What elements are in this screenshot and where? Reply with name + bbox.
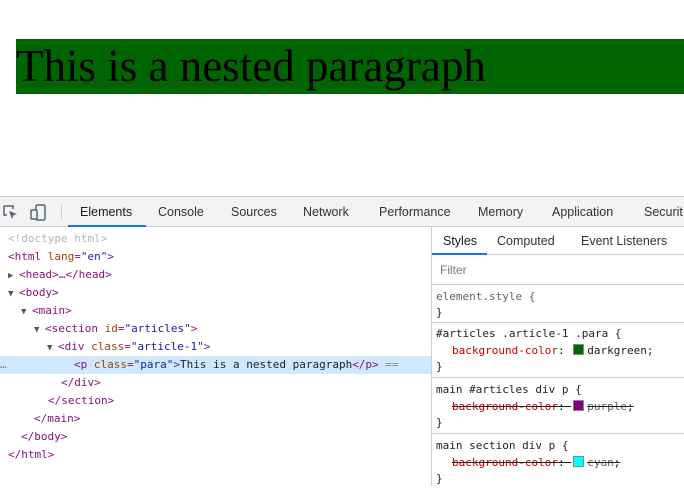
tab-elements[interactable]: Elements <box>68 197 146 227</box>
css-rule-element-style[interactable]: element.style { } <box>432 285 684 323</box>
tab-performance[interactable]: Performance <box>379 197 451 227</box>
dom-node-section[interactable]: ▼ <section id="articles"> <box>0 320 465 338</box>
p-attr-value: "para" <box>133 358 174 371</box>
css-rule-articles-para[interactable]: #articles .article-1 .para { background-… <box>432 323 684 378</box>
tab-network[interactable]: Network <box>303 197 349 227</box>
rule-close-brace: } <box>436 360 443 373</box>
css-rule-main-articles-div-p[interactable]: main #articles div p { background-color:… <box>432 378 684 434</box>
selected-marker: == <box>378 358 399 371</box>
body-end-tag: </body> <box>21 430 68 443</box>
dom-node-body[interactable]: ▼ <body> <box>0 284 439 302</box>
head-tag: <head>…</head> <box>19 268 112 281</box>
section-tag: <section <box>45 322 105 335</box>
collapse-arrow-icon[interactable]: ▼ <box>47 339 58 357</box>
dom-node-html-end[interactable]: </html> <box>0 446 439 464</box>
collapse-arrow-icon[interactable]: ▼ <box>34 321 45 339</box>
div-end-tag: </div> <box>61 376 101 389</box>
rule-close-brace: } <box>436 472 443 485</box>
dom-tree: <!doctype html> <html lang="en"> ▶ <head>… <box>0 227 431 486</box>
div-attr-name: class <box>91 340 125 353</box>
p-text-content: This is a nested paragraph <box>180 358 353 371</box>
section-attr-name: id <box>104 322 118 335</box>
html-tag: <html <box>8 250 48 263</box>
nested-paragraph[interactable]: This is a nested paragraph <box>16 39 684 94</box>
tab-event-listeners[interactable]: Event Listeners <box>581 227 667 255</box>
inspect-element-icon[interactable] <box>2 204 20 221</box>
rule-selector: main #articles div p { <box>436 383 582 396</box>
tab-sources[interactable]: Sources <box>231 197 277 227</box>
tab-memory[interactable]: Memory <box>478 197 523 227</box>
collapse-arrow-icon[interactable]: ▼ <box>8 285 19 303</box>
section-attr-value: "articles" <box>124 322 191 335</box>
rule-close-brace: } <box>436 306 443 319</box>
styles-sub-tabs: Styles Computed Event Listeners <box>432 227 684 255</box>
main-end-tag: </main> <box>34 412 81 425</box>
tab-styles[interactable]: Styles <box>432 227 487 255</box>
dom-node-head[interactable]: ▶ <head>…</head> <box>0 266 439 284</box>
section-end-tag: </section> <box>48 394 115 407</box>
property-value: purple <box>587 400 627 413</box>
property-name: background-color <box>452 400 558 413</box>
rule-close-brace: } <box>436 416 443 429</box>
dom-node-div-end[interactable]: </div> <box>0 374 492 392</box>
property-name: background-color <box>452 456 558 469</box>
doctype-text: <!doctype html> <box>8 232 108 245</box>
collapse-arrow-icon[interactable]: ▼ <box>21 303 32 321</box>
css-rule-main-section-div-p[interactable]: main section div p { background-color: c… <box>432 434 684 486</box>
main-tag: <main> <box>32 304 72 317</box>
dom-node-main-end[interactable]: </main> <box>0 410 465 428</box>
dom-node-main[interactable]: ▼ <main> <box>0 302 452 320</box>
div-tag: <div <box>58 340 92 353</box>
tab-application[interactable]: Application <box>552 197 613 227</box>
property-value: darkgreen <box>587 344 647 357</box>
styles-pane: Styles Computed Event Listeners element.… <box>432 227 684 486</box>
div-attr-value: "article-1" <box>130 340 204 353</box>
devtools-tab-bar: Elements Console Sources Network Perform… <box>0 196 684 227</box>
selected-ellipsis[interactable]: … <box>0 356 7 374</box>
tab-security[interactable]: Securit <box>644 197 683 227</box>
device-toggle-icon[interactable] <box>30 204 48 221</box>
p-attr-name: class <box>93 358 127 371</box>
property-value: cyan <box>587 456 614 469</box>
dom-node-section-end[interactable]: </section> <box>0 392 479 410</box>
rule-selector: element.style { <box>436 290 536 303</box>
body-tag: <body> <box>19 286 59 299</box>
rule-selector: main section div p { <box>436 439 569 452</box>
html-end-tag: </html> <box>8 448 55 461</box>
dom-node-p-selected[interactable]: … <p class="para">This is a nested parag… <box>0 356 431 374</box>
p-tag: <p <box>74 358 94 371</box>
dom-node-doctype[interactable]: <!doctype html> <box>0 230 439 248</box>
styles-filter-input[interactable] <box>436 260 684 280</box>
property-name: background-color <box>452 344 558 357</box>
devtools-panel: Elements Console Sources Network Perform… <box>0 196 684 486</box>
css-property-line-overridden[interactable]: background-color: cyan; <box>436 454 620 472</box>
toolbar-divider <box>61 204 62 220</box>
filter-row <box>432 255 684 285</box>
html-attr-value: "en" <box>80 250 108 263</box>
tab-computed[interactable]: Computed <box>497 227 555 255</box>
tab-console[interactable]: Console <box>158 197 204 227</box>
page-viewport: This is a nested paragraph <box>0 0 684 196</box>
css-property-line[interactable]: background-color: darkgreen; <box>436 342 653 360</box>
dom-node-body-end[interactable]: </body> <box>0 428 452 446</box>
rule-selector: #articles .article-1 .para { <box>436 327 622 340</box>
color-swatch[interactable] <box>573 456 585 467</box>
p-end-tag: </p> <box>352 358 379 371</box>
css-property-line-overridden[interactable]: background-color: purple; <box>436 398 634 416</box>
color-swatch[interactable] <box>573 400 585 411</box>
html-attr-name: lang <box>47 250 75 263</box>
dom-node-div[interactable]: ▼ <div class="article-1"> <box>0 338 478 356</box>
expand-arrow-icon[interactable]: ▶ <box>8 267 19 285</box>
dom-node-html[interactable]: <html lang="en"> <box>0 248 439 266</box>
color-swatch[interactable] <box>573 344 585 355</box>
